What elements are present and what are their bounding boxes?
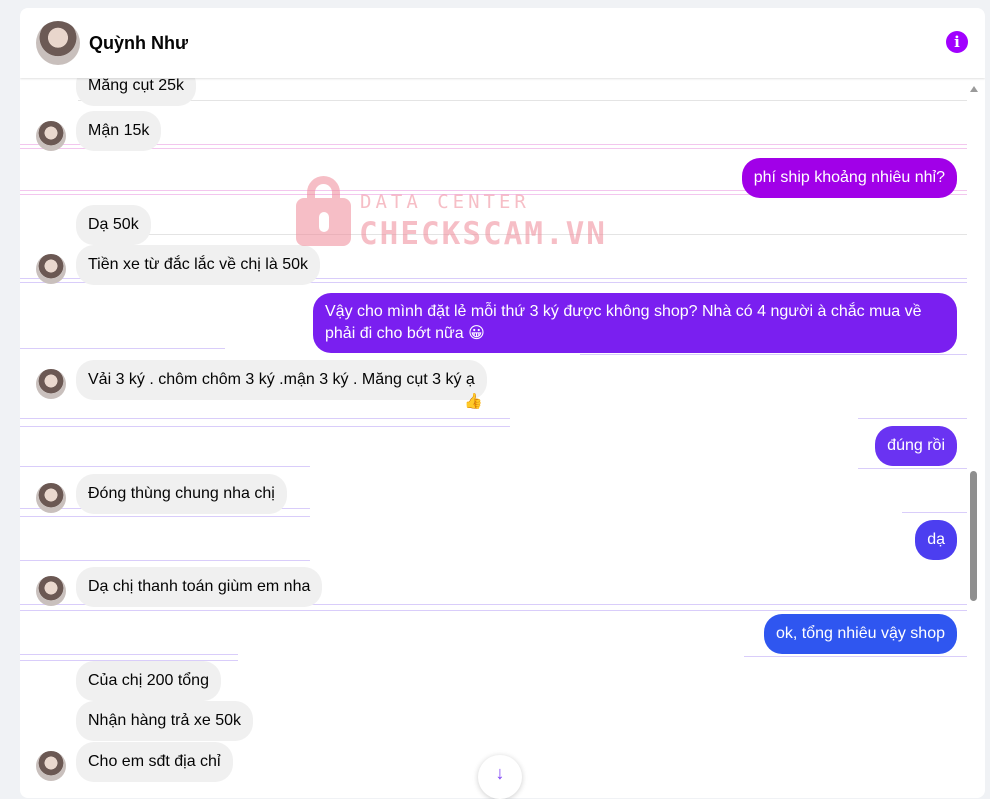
- message-bubble: Mận 15k: [76, 111, 162, 151]
- arrow-down-icon: ↓: [495, 763, 505, 783]
- message-bubble: đúng rồi: [875, 426, 957, 466]
- message-outgoing[interactable]: Vậy cho mình đặt lẻ mỗi thứ 3 ký được kh…: [313, 293, 957, 353]
- message-incoming[interactable]: Mận 15k: [76, 111, 162, 151]
- sender-avatar[interactable]: [36, 369, 66, 399]
- sender-avatar[interactable]: [36, 483, 66, 513]
- message-incoming[interactable]: Vải 3 ký . chôm chôm 3 ký .mận 3 ký . Mă…: [76, 360, 487, 400]
- message-text-line1: Vậy cho mình đặt lẻ mỗi thứ 3 ký được kh…: [325, 303, 922, 320]
- message-bubble: Măng cụt 25k: [76, 78, 197, 106]
- message-incoming[interactable]: Của chị 200 tổng: [76, 661, 221, 701]
- grinning-emoji-icon: 😀: [468, 325, 485, 342]
- scroll-up-arrow-icon[interactable]: [970, 86, 978, 92]
- message-text-line2: phải đi cho bớt nữa: [325, 325, 464, 342]
- message-outgoing[interactable]: ok, tổng nhiêu vậy shop: [763, 614, 957, 654]
- message-outgoing[interactable]: phí ship khoảng nhiêu nhỉ?: [741, 158, 957, 198]
- message-outgoing[interactable]: dạ: [915, 520, 957, 560]
- message-bubble: Vậy cho mình đặt lẻ mỗi thứ 3 ký được kh…: [313, 293, 957, 353]
- message-bubble: Dạ chị thanh toán giùm em nha: [76, 567, 323, 607]
- contact-avatar[interactable]: [36, 21, 80, 65]
- chat-header: Quỳnh Như i: [20, 8, 985, 78]
- message-bubble: Của chị 200 tổng: [76, 661, 221, 701]
- message-bubble: Tiền xe từ đắc lắc về chị là 50k: [76, 245, 320, 285]
- message-bubble: ok, tổng nhiêu vậy shop: [763, 614, 957, 654]
- message-bubble: dạ: [915, 520, 957, 560]
- scrollbar-thumb[interactable]: [970, 471, 977, 601]
- contact-name[interactable]: Quỳnh Như: [89, 33, 188, 54]
- watermark-line2: CHECKSCAM.VN: [359, 216, 607, 252]
- watermark-line1: DATA CENTER: [360, 191, 530, 213]
- info-icon[interactable]: i: [946, 31, 968, 53]
- sender-avatar[interactable]: [36, 121, 66, 151]
- message-incoming[interactable]: Dạ 50k: [76, 205, 151, 245]
- sender-avatar[interactable]: [36, 576, 66, 606]
- message-incoming[interactable]: Dạ chị thanh toán giùm em nha: [76, 567, 323, 607]
- sender-avatar[interactable]: [36, 751, 66, 781]
- message-incoming[interactable]: Nhận hàng trả xe 50k: [76, 701, 253, 741]
- message-list: Măng cụt 25k Mận 15k phí ship khoảng nhi…: [20, 78, 967, 798]
- jump-to-latest-button[interactable]: ↓: [478, 755, 522, 799]
- message-bubble: Dạ 50k: [76, 205, 151, 245]
- sender-avatar[interactable]: [36, 254, 66, 284]
- message-incoming[interactable]: Cho em sđt địa chỉ: [76, 742, 233, 782]
- keyhole: [319, 212, 329, 232]
- thumbs-up-reaction-icon[interactable]: 👍: [464, 392, 483, 410]
- message-outgoing[interactable]: đúng rồi: [875, 426, 957, 466]
- message-bubble: Vải 3 ký . chôm chôm 3 ký .mận 3 ký . Mă…: [76, 360, 487, 400]
- message-bubble: Nhận hàng trả xe 50k: [76, 701, 253, 741]
- chat-window: Quỳnh Như i Măng cụt 25k Mận 15k phí shi…: [20, 8, 985, 798]
- message-incoming[interactable]: Tiền xe từ đắc lắc về chị là 50k: [76, 245, 320, 285]
- message-bubble: phí ship khoảng nhiêu nhỉ?: [741, 158, 957, 198]
- message-bubble: Cho em sđt địa chỉ: [76, 742, 233, 782]
- message-incoming[interactable]: Đóng thùng chung nha chị: [76, 474, 287, 514]
- message-incoming[interactable]: Măng cụt 25k: [76, 78, 197, 106]
- message-bubble: Đóng thùng chung nha chị: [76, 474, 287, 514]
